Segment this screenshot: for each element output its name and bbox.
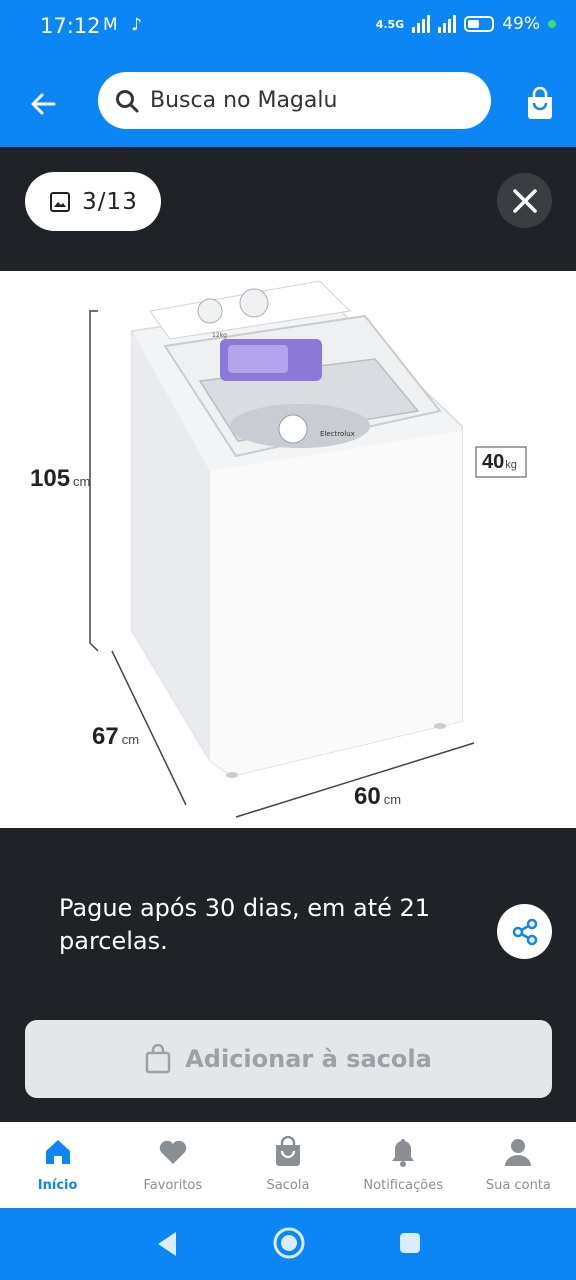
battery-icon xyxy=(464,16,495,32)
height-dimension: 105 cm xyxy=(30,465,90,493)
add-to-bag-label: Adicionar à sacola xyxy=(185,1045,432,1073)
share-icon xyxy=(512,918,537,945)
bottom-navigation: Início Favoritos Sacola Notificações Sua… xyxy=(0,1122,576,1208)
weight-unit: kg xyxy=(505,459,517,471)
share-button[interactable] xyxy=(497,904,552,959)
nav-label-notificacoes: Notificações xyxy=(363,1178,443,1193)
gallery-counter-text: 3/13 xyxy=(82,188,138,215)
weight-dimension: 40kg xyxy=(482,451,517,474)
installments-text: Pague após 30 dias, em até 21 parcelas. xyxy=(59,894,431,955)
nav-item-sacola[interactable]: Sacola xyxy=(230,1122,345,1208)
user-icon xyxy=(505,1139,532,1166)
bell-icon xyxy=(392,1139,415,1167)
status-right: 4.5G 49% xyxy=(376,14,556,34)
home-icon xyxy=(45,1140,70,1164)
height-unit: cm xyxy=(73,474,91,489)
status-time: 17:12 xyxy=(40,14,101,38)
depth-value: 67 xyxy=(92,723,119,750)
bag-button[interactable] xyxy=(522,86,558,122)
capacity-label: 12kg xyxy=(212,332,227,339)
signal-icon xyxy=(412,15,431,33)
nav-item-favoritos[interactable]: Favoritos xyxy=(115,1122,230,1208)
nav-label-favoritos: Favoritos xyxy=(143,1178,203,1193)
nav-label-sacola: Sacola xyxy=(266,1178,310,1193)
depth-unit: cm xyxy=(121,732,140,747)
nav-label-inicio: Início xyxy=(37,1178,78,1193)
brand-label: Electrolux xyxy=(320,430,355,438)
system-back-icon[interactable] xyxy=(154,1230,180,1258)
close-button[interactable] xyxy=(497,173,552,228)
weight-value: 40 xyxy=(482,451,505,473)
bag-icon xyxy=(145,1044,171,1074)
signal-icon-2 xyxy=(438,15,457,33)
gallery-counter: 3/13 xyxy=(25,172,161,231)
battery-level: 49% xyxy=(502,14,540,34)
search-icon xyxy=(116,89,139,112)
close-icon xyxy=(512,188,537,213)
system-navigation-bar xyxy=(0,1208,576,1280)
washing-machine-illustration: 12kg Electrolux xyxy=(89,280,527,818)
depth-dimension: 67 cm xyxy=(92,723,139,751)
bag-icon xyxy=(276,1136,300,1166)
add-to-bag-button[interactable]: Adicionar à sacola xyxy=(25,1020,552,1098)
width-value: 60 xyxy=(354,783,381,810)
system-home-icon[interactable] xyxy=(272,1226,306,1260)
network-type: 4.5G xyxy=(375,17,405,31)
privacy-dot-icon xyxy=(548,20,556,28)
product-image[interactable]: 12kg Electrolux 105 cm 67 cm 60 cm 40kg xyxy=(0,271,576,828)
search-placeholder: Busca no Magalu xyxy=(150,88,338,113)
nav-item-sua-conta[interactable]: Sua conta xyxy=(461,1122,576,1208)
image-icon xyxy=(50,191,71,212)
back-arrow-icon[interactable] xyxy=(24,84,64,124)
nav-item-notificacoes[interactable]: Notificações xyxy=(346,1122,461,1208)
system-recents-icon[interactable] xyxy=(398,1231,422,1255)
nav-item-inicio[interactable]: Início xyxy=(0,1122,115,1208)
search-input[interactable]: Busca no Magalu xyxy=(98,72,491,129)
width-dimension: 60 cm xyxy=(354,783,401,811)
height-value: 105 xyxy=(30,465,71,492)
width-unit: cm xyxy=(383,792,402,807)
notification-icons: M ♪ xyxy=(103,15,146,35)
heart-icon xyxy=(159,1140,187,1164)
nav-label-sua-conta: Sua conta xyxy=(485,1178,551,1193)
